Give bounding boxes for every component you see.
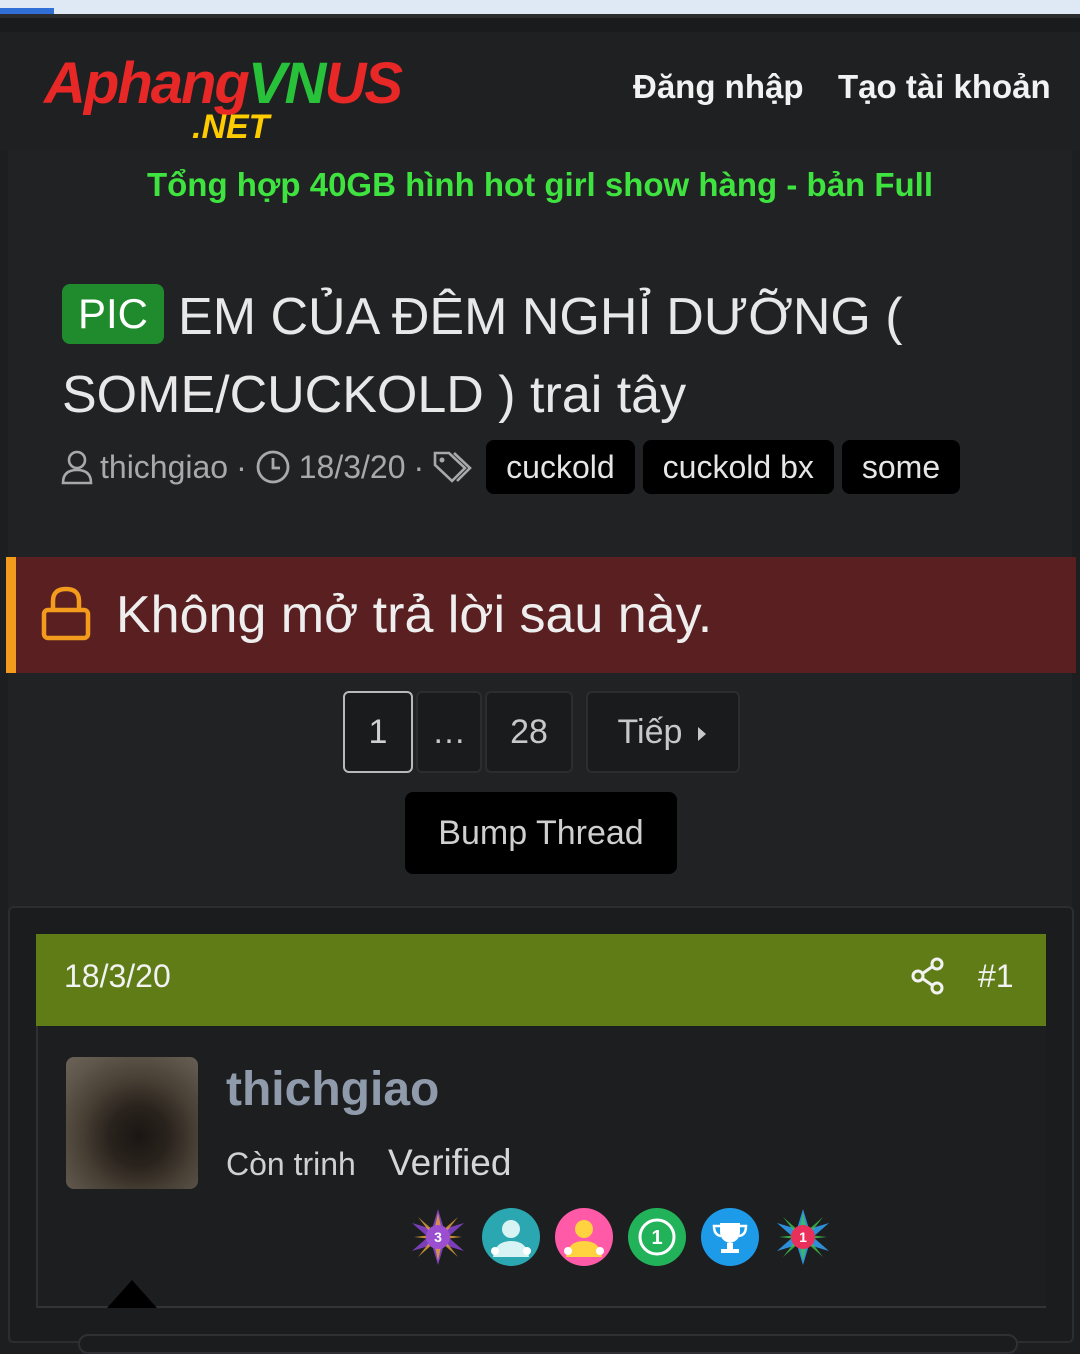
site-logo[interactable]: AphangVNUS .NET	[44, 52, 424, 152]
pagination: 1 … 28 Tiếp	[343, 691, 743, 773]
user-banner-verified: Verified	[388, 1142, 512, 1183]
users-badge-icon[interactable]	[481, 1207, 554, 1267]
post-header: 18/3/20 #1	[36, 934, 1046, 1026]
next-page-button[interactable]: Tiếp	[586, 691, 740, 773]
thread-author[interactable]: thichgiao	[100, 449, 228, 486]
avatar[interactable]	[66, 1057, 198, 1189]
thread-title: PIC EM CỦA ĐÊM NGHỈ DƯỠNG ( SOME/CUCKOLD …	[62, 278, 1042, 434]
page-28-button[interactable]: 28	[485, 691, 573, 773]
promo-link[interactable]: Tổng hợp 40GB hình hot girl show hàng - …	[0, 166, 1080, 204]
flower-badge-icon[interactable]: 3	[408, 1207, 481, 1267]
next-page-label: Tiếp	[617, 712, 683, 751]
thread-title-text: EM CỦA ĐÊM NGHỈ DƯỠNG ( SOME/CUCKOLD ) t…	[62, 288, 903, 424]
user-icon	[60, 449, 94, 485]
bump-thread-button[interactable]: Bump Thread	[405, 792, 677, 874]
thread-date[interactable]: 18/3/20	[299, 449, 406, 486]
user-badges: 3 1 1	[408, 1207, 846, 1267]
page-1-button[interactable]: 1	[343, 691, 413, 773]
user-box-arrow	[107, 1280, 157, 1308]
closed-notice-text: Không mở trả lời sau này.	[116, 586, 713, 644]
meta-separator: ·	[236, 448, 247, 485]
tag-some[interactable]: some	[841, 440, 961, 494]
meta-separator: ·	[413, 448, 425, 485]
post-username[interactable]: thichgiao	[226, 1062, 439, 1117]
login-link[interactable]: Đăng nhập	[633, 68, 804, 106]
next-post-card	[78, 1334, 1018, 1354]
users-badge-icon[interactable]	[554, 1207, 627, 1267]
user-title: Còn trinh	[226, 1146, 356, 1182]
logo-suffix: .NET	[192, 108, 270, 146]
post-number-link[interactable]: #1	[978, 958, 1014, 995]
thread-prefix-badge[interactable]: PIC	[62, 284, 165, 344]
clock-icon	[255, 449, 291, 485]
caret-right-icon	[696, 713, 708, 752]
badge-label: 1	[799, 1229, 807, 1245]
badge-label: 1	[651, 1227, 662, 1249]
share-icon[interactable]	[910, 956, 946, 1001]
logo-wordmark: AphangVNUS	[44, 51, 403, 116]
site-header: AphangVNUS .NET Đăng nhập Tạo tài khoản	[0, 14, 1080, 150]
tag-cuckold-bx[interactable]: cuckold bx	[642, 440, 834, 494]
thread-closed-notice: Không mở trả lời sau này.	[6, 557, 1076, 673]
number-badge-icon[interactable]: 1	[627, 1207, 700, 1267]
thread-meta: thichgiao · 18/3/20 · cuckold cuckold bx…	[60, 440, 961, 494]
badge-label: 3	[434, 1229, 442, 1245]
trophy-badge-icon[interactable]	[700, 1207, 773, 1267]
browser-top-strip	[0, 0, 1080, 14]
tag-cuckold[interactable]: cuckold	[486, 440, 635, 494]
post-date[interactable]: 18/3/20	[64, 958, 171, 995]
page-jump-button[interactable]: …	[416, 691, 482, 773]
lock-icon	[40, 584, 92, 647]
flower-badge-icon[interactable]: 1	[773, 1207, 846, 1267]
register-link[interactable]: Tạo tài khoản	[838, 68, 1051, 106]
tags-icon	[432, 449, 478, 485]
